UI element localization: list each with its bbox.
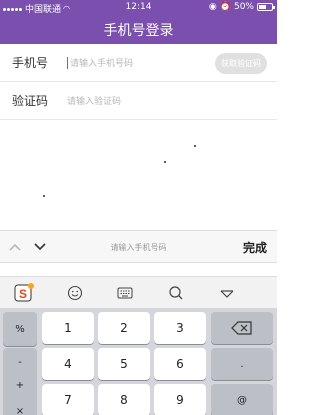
key-digit[interactable]: 5 xyxy=(98,348,150,380)
keyboard-toolbar: S xyxy=(0,276,277,308)
search-icon[interactable] xyxy=(167,284,185,302)
code-label: 验证码 xyxy=(12,94,49,108)
delete-key[interactable] xyxy=(211,312,273,344)
accessory-hint: 请输入手机号码 xyxy=(110,243,167,252)
key-digit[interactable]: 8 xyxy=(98,384,150,415)
key-percent[interactable]: % xyxy=(3,312,37,346)
key-digit[interactable]: 3 xyxy=(154,312,206,344)
backspace-icon xyxy=(231,321,252,335)
keyboard-icon[interactable] xyxy=(116,284,134,302)
phone-label: 手机号 xyxy=(12,56,49,70)
phone-placeholder: 请输入手机号码 xyxy=(70,59,134,69)
numeric-keyboard: % - + × 1 2 3 4 5 6 7 8 9 . @ xyxy=(0,308,277,415)
key-digit[interactable]: 9 xyxy=(154,384,206,415)
status-bar: 中国联通 ◠ 12:14 ◉ ⏰ 50% xyxy=(0,0,277,15)
status-right: ◉ ⏰ 50% xyxy=(208,2,275,12)
key-digit[interactable]: 4 xyxy=(42,348,94,380)
key-digit[interactable]: 1 xyxy=(42,312,94,344)
alarm-icon: ⏰ xyxy=(219,2,231,12)
code-input[interactable]: 请输入验证码 xyxy=(55,94,277,107)
code-row: 验证码 请输入验证码 xyxy=(0,82,277,120)
artifact-dot xyxy=(164,161,166,163)
battery-icon xyxy=(257,3,275,11)
key-dot[interactable]: . xyxy=(211,348,273,380)
emoji-icon[interactable] xyxy=(66,284,84,302)
key-at[interactable]: @ xyxy=(211,384,273,415)
nav-bar: 手机号登录 xyxy=(0,15,277,44)
done-button[interactable]: 完成 xyxy=(243,239,267,256)
key-digit[interactable]: 6 xyxy=(154,348,206,380)
key-multiply[interactable]: × xyxy=(3,394,37,415)
artifact-dot xyxy=(43,195,45,197)
text-caret xyxy=(67,56,68,69)
get-code-button[interactable]: 获取验证码 xyxy=(215,53,267,74)
keyboard-accessory-bar: 请输入手机号码 完成 xyxy=(0,230,277,263)
page-title: 手机号登录 xyxy=(103,22,174,39)
key-digit[interactable]: 2 xyxy=(98,312,150,344)
artifact-dot xyxy=(194,145,196,147)
phone-row: 手机号 请输入手机号码 获取验证码 xyxy=(0,44,277,82)
code-placeholder: 请输入验证码 xyxy=(67,97,122,107)
battery-fill xyxy=(259,5,266,9)
svg-text:S: S xyxy=(19,287,27,301)
get-code-label: 获取验证码 xyxy=(221,59,261,68)
battery-percent: 50% xyxy=(233,2,254,12)
sogou-logo-icon[interactable]: S xyxy=(14,283,34,303)
key-digit[interactable]: 7 xyxy=(42,384,94,415)
collapse-keyboard-icon[interactable] xyxy=(218,284,236,302)
location-icon: ◉ xyxy=(208,2,217,12)
